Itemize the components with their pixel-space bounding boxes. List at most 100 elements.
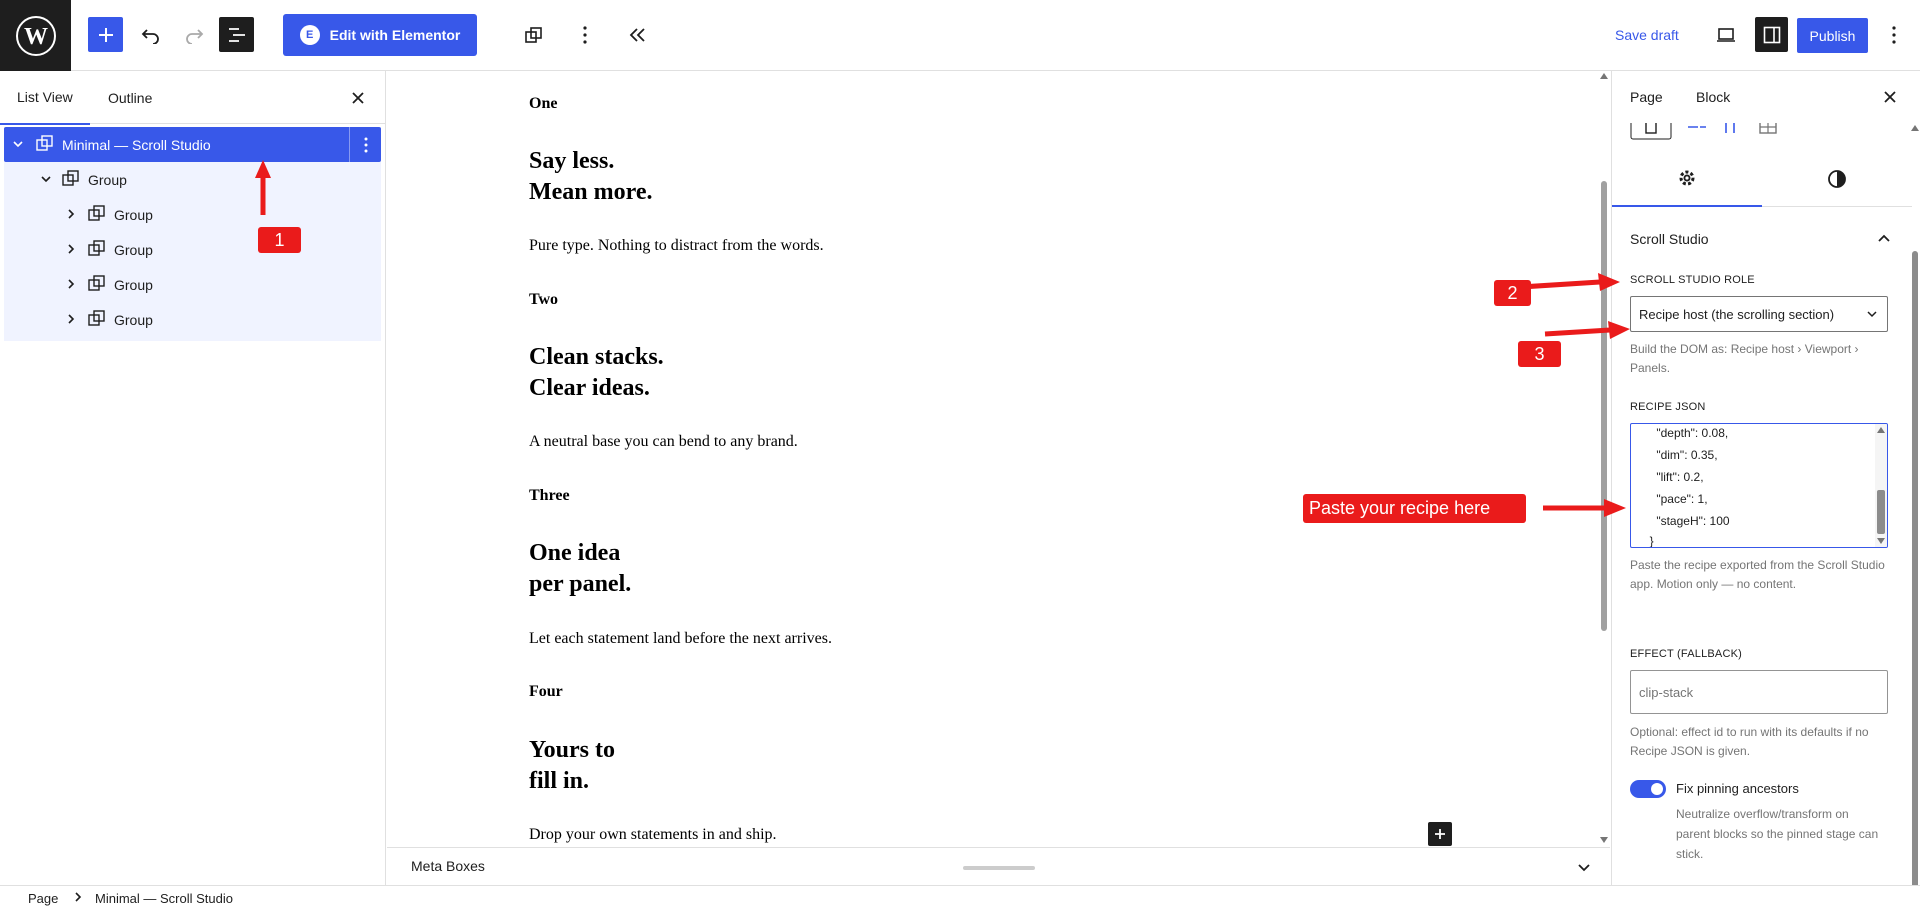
json-line: "dim": 0.35,	[1643, 448, 1718, 462]
json-field-label: RECIPE JSON	[1630, 401, 1706, 413]
edit-with-elementor-button[interactable]: E Edit with Elementor	[283, 14, 477, 56]
textarea-scroll-thumb[interactable]	[1877, 490, 1885, 534]
tab-page[interactable]: Page	[1630, 71, 1663, 123]
chevron-down-icon[interactable]	[10, 136, 26, 152]
tree-row-group[interactable]: Group	[4, 197, 381, 232]
half-circle-styles-icon	[1828, 170, 1846, 188]
section-heading[interactable]: Say less. Mean more.	[529, 146, 653, 208]
annotation-badge: 2	[1494, 280, 1531, 306]
scroll-down-icon[interactable]	[1600, 837, 1608, 843]
section-label[interactable]: Two	[529, 291, 558, 309]
toggle-label[interactable]: Fix pinning ancestors	[1676, 781, 1799, 796]
settings-sidebar-icon[interactable]	[1755, 17, 1788, 52]
elementor-label: Edit with Elementor	[329, 27, 461, 43]
add-block-button[interactable]	[88, 17, 123, 52]
settings-sidebar: Page Block Scroll Studio SCROLL STUDIO R…	[1611, 71, 1920, 885]
section-heading[interactable]: Yours to fill in.	[529, 735, 615, 797]
chevron-right-icon[interactable]	[63, 206, 79, 222]
preview-view-icon[interactable]	[1708, 17, 1743, 52]
tab-outline[interactable]: Outline	[91, 71, 169, 124]
sidebar-scroll-thumb[interactable]	[1912, 251, 1918, 885]
meta-boxes-bar[interactable]: Meta Boxes	[387, 847, 1610, 885]
chevron-right-icon[interactable]	[63, 276, 79, 292]
document-overview-button[interactable]	[219, 17, 254, 52]
section-heading[interactable]: Clean stacks. Clear ideas.	[529, 342, 664, 404]
gear-icon	[1679, 170, 1695, 186]
resize-handle[interactable]	[963, 866, 1035, 870]
effect-input[interactable]: clip-stack	[1630, 670, 1888, 714]
chevron-down-icon[interactable]	[1574, 858, 1594, 878]
tree-row-label: Group	[114, 206, 153, 223]
textarea-scrollbar[interactable]	[1875, 424, 1887, 547]
panel-title[interactable]: Scroll Studio	[1630, 231, 1709, 247]
block-patterns-icon[interactable]	[516, 17, 551, 52]
effect-input-placeholder: clip-stack	[1639, 684, 1694, 700]
tab-block[interactable]: Block	[1696, 71, 1730, 123]
tab-styles[interactable]	[1762, 151, 1912, 207]
json-line: }	[1643, 534, 1654, 548]
inspector-tabs	[1612, 151, 1912, 207]
role-field-label: SCROLL STUDIO ROLE	[1630, 274, 1755, 286]
scroll-up-icon[interactable]	[1911, 125, 1919, 131]
breadcrumb-page[interactable]: Page	[28, 891, 58, 906]
role-select[interactable]: Recipe host (the scrolling section)	[1630, 296, 1888, 332]
breadcrumb-block[interactable]: Minimal — Scroll Studio	[95, 891, 233, 906]
scroll-up-icon[interactable]	[1600, 73, 1608, 79]
section-label[interactable]: Three	[529, 487, 570, 505]
section-text[interactable]: Pure type. Nothing to distract from the …	[529, 237, 824, 255]
more-tools-icon[interactable]	[567, 17, 602, 52]
effect-field-label: EFFECT (FALLBACK)	[1630, 648, 1742, 660]
chevron-right-icon[interactable]	[63, 311, 79, 327]
tree-row-label: Group	[114, 276, 153, 293]
effect-help-text: Optional: effect id to run with its defa…	[1630, 725, 1869, 758]
publish-button[interactable]: Publish	[1797, 18, 1868, 53]
section-heading[interactable]: One idea per panel.	[529, 538, 631, 600]
list-view-panel: List View Outline Minimal — Scroll Studi…	[0, 71, 386, 885]
undo-button[interactable]	[133, 17, 168, 52]
group-block-icon	[87, 309, 107, 329]
section-label[interactable]: One	[529, 95, 557, 113]
tree-row-group[interactable]: Group	[4, 302, 381, 337]
json-help-text: Paste the recipe exported from the Scrol…	[1630, 558, 1885, 591]
elementor-icon: E	[299, 25, 320, 45]
canvas-scroll-thumb[interactable]	[1601, 181, 1607, 631]
recipe-json-textarea[interactable]: "depth": 0.08, "dim": 0.35, "lift": 0.2,…	[1630, 423, 1888, 548]
chevron-down-icon[interactable]	[38, 171, 54, 187]
tree-row-group[interactable]: Group	[4, 232, 381, 267]
scroll-down-icon[interactable]	[1877, 538, 1885, 544]
section-text[interactable]: Drop your own statements in and ship.	[529, 826, 777, 844]
block-tree: Minimal — Scroll Studio Group Group Grou…	[4, 127, 381, 341]
options-kebab-icon[interactable]	[1876, 17, 1911, 52]
sidebar-scrollbar[interactable]	[1910, 123, 1920, 885]
tree-row-label: Group	[114, 311, 153, 328]
list-view-tabs: List View Outline	[0, 71, 385, 125]
wordpress-logo-icon[interactable]: W	[0, 0, 71, 71]
section-label[interactable]: Four	[529, 683, 563, 701]
close-icon[interactable]	[343, 83, 373, 113]
tab-list-view[interactable]: List View	[0, 71, 90, 125]
block-inserter-plus-icon[interactable]	[1428, 822, 1452, 846]
collapse-chevrons-icon[interactable]	[619, 17, 654, 52]
fix-pinning-toggle[interactable]	[1630, 780, 1666, 798]
group-block-icon	[87, 239, 107, 259]
redo-button[interactable]	[176, 17, 211, 52]
save-draft-button[interactable]: Save draft	[1615, 20, 1679, 50]
tab-settings[interactable]	[1612, 151, 1762, 207]
chevron-right-icon	[74, 890, 82, 905]
canvas-scrollbar[interactable]	[1598, 71, 1610, 847]
tree-row-label: Minimal — Scroll Studio	[62, 136, 211, 153]
editor-canvas[interactable]: One Say less. Mean more. Pure type. Noth…	[387, 71, 1610, 847]
block-options-icon[interactable]	[349, 127, 381, 162]
section-text[interactable]: Let each statement land before the next …	[529, 630, 832, 648]
tree-row-label: Group	[88, 171, 127, 188]
scroll-up-icon[interactable]	[1877, 427, 1885, 433]
tree-row-group[interactable]: Group	[4, 267, 381, 302]
tree-row-minimal-scroll-studio[interactable]: Minimal — Scroll Studio	[4, 127, 381, 162]
annotation-badge: 3	[1518, 341, 1561, 367]
close-icon[interactable]	[1877, 84, 1903, 110]
role-select-value: Recipe host (the scrolling section)	[1639, 306, 1835, 322]
chevron-right-icon[interactable]	[63, 241, 79, 257]
section-text[interactable]: A neutral base you can bend to any brand…	[529, 433, 798, 451]
tree-row-group[interactable]: Group	[4, 162, 381, 197]
chevron-up-icon[interactable]	[1872, 226, 1896, 250]
